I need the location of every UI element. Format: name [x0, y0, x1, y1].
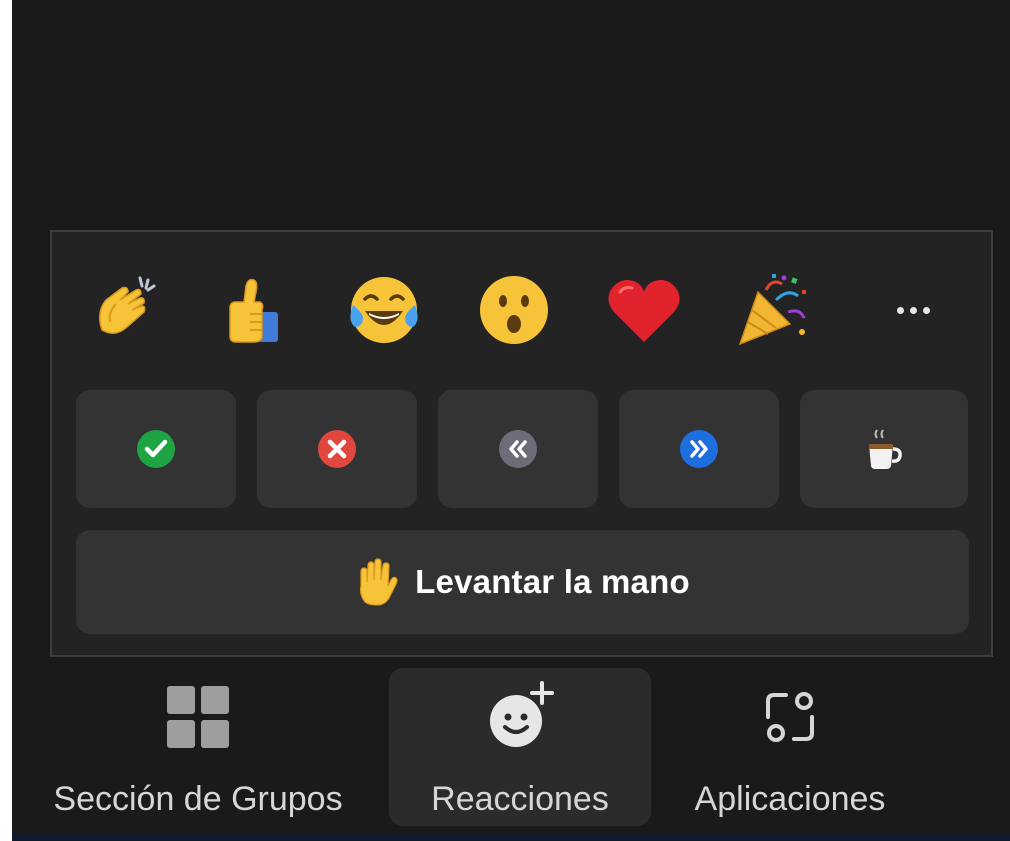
rewind-circle-icon: [499, 430, 537, 468]
toolbar-label-reactions: Reacciones: [431, 780, 609, 818]
toolbar-label-breakout: Sección de Grupos: [53, 780, 343, 818]
speed-up-feedback-button[interactable]: [619, 390, 779, 508]
yes-feedback-button[interactable]: [76, 390, 236, 508]
raise-hand-button[interactable]: Levantar la mano: [76, 530, 969, 634]
nonverbal-feedback-row: [76, 390, 971, 510]
no-feedback-button[interactable]: [257, 390, 417, 508]
red-heart-emoji[interactable]: [604, 270, 684, 350]
coffee-cup-icon: [869, 429, 902, 469]
apps-icon: [766, 692, 814, 742]
smiley-plus-icon: [490, 681, 554, 747]
x-circle-icon: [318, 430, 356, 468]
reactions-panel: Levantar la mano: [50, 230, 993, 657]
coffee-break-button[interactable]: [800, 390, 968, 508]
fast-forward-circle-icon: [680, 430, 718, 468]
tears-of-joy-emoji[interactable]: [344, 270, 424, 350]
thumbs-up-icon: [229, 278, 278, 343]
party-popper-emoji[interactable]: [732, 270, 812, 350]
raised-hand-icon: [360, 558, 398, 606]
apps-toolbar-button[interactable]: Aplicaciones: [670, 668, 910, 826]
party-popper-icon: [738, 274, 806, 346]
thumbs-up-emoji[interactable]: [214, 270, 294, 350]
red-heart-icon: [608, 280, 680, 342]
clapping-hands-emoji[interactable]: [86, 270, 166, 350]
open-mouth-icon: [480, 276, 548, 344]
check-circle-icon: [137, 430, 175, 468]
breakout-grid-icon: [167, 686, 229, 748]
reactions-toolbar-button[interactable]: Reacciones: [389, 668, 651, 826]
slow-down-feedback-button[interactable]: [438, 390, 598, 508]
window-bottom-edge: [12, 834, 1010, 841]
toolbar-label-apps: Aplicaciones: [694, 780, 886, 818]
raise-hand-label: Levantar la mano: [415, 563, 690, 600]
tears-of-joy-icon: [350, 277, 418, 343]
open-mouth-emoji[interactable]: [474, 270, 554, 350]
clapping-hands-icon: [99, 276, 156, 334]
ellipsis-icon: [896, 306, 904, 314]
breakout-rooms-button[interactable]: Sección de Grupos: [28, 668, 368, 826]
emoji-reactions-row: [80, 270, 970, 350]
more-reactions-button[interactable]: [878, 280, 948, 340]
